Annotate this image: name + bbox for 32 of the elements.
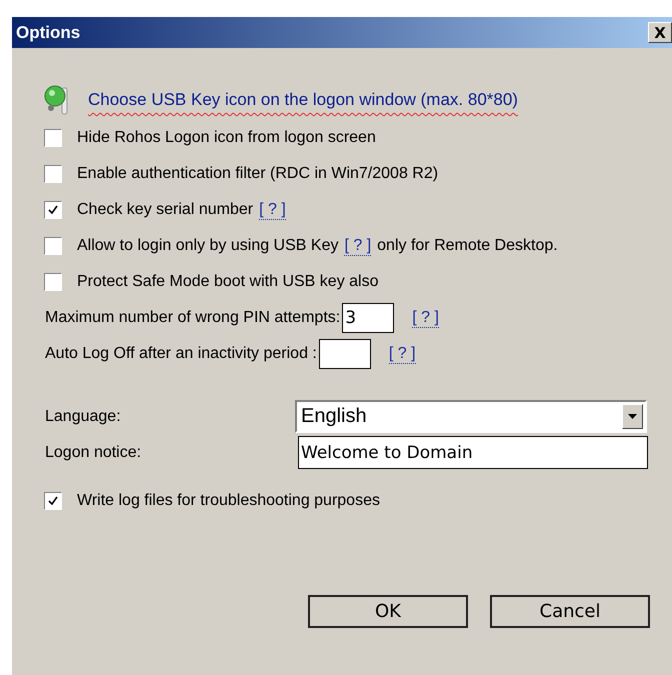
checkbox[interactable] <box>44 237 62 255</box>
checkbox[interactable] <box>44 492 62 510</box>
option-label: Check key serial number <box>77 201 254 219</box>
help-link[interactable]: [ ? ] <box>388 344 416 364</box>
field-label: Maximum number of wrong PIN attempts: <box>45 309 340 327</box>
choose-icon-link[interactable]: Choose USB Key icon on the logon window (max. 80*80) <box>88 90 518 110</box>
checkbox[interactable] <box>44 201 62 219</box>
option-label: Write log files for troubleshooting purposes <box>77 492 380 510</box>
help-link[interactable]: [ ? ] <box>344 236 372 256</box>
language-dropdown[interactable]: English <box>295 400 647 433</box>
checkbox[interactable] <box>44 273 62 291</box>
logon-notice-field[interactable]: Welcome to Domain <box>298 436 648 469</box>
option-label: Protect Safe Mode boot with USB key also <box>77 273 378 291</box>
field-label: Language: <box>45 408 122 426</box>
cancel-button[interactable]: Cancel <box>490 595 650 628</box>
option-label: only for Remote Desktop. <box>377 237 558 255</box>
option-label: Hide Rohos Logon icon from logon screen <box>77 129 376 147</box>
field-label: Auto Log Off after an inactivity period : <box>45 345 317 363</box>
help-link[interactable]: [ ? ] <box>259 200 286 220</box>
checkbox[interactable] <box>44 165 62 183</box>
inactivity-field[interactable] <box>318 339 371 369</box>
option-label: Allow to login only by using USB Key <box>77 237 338 255</box>
window-title: Options <box>16 22 80 42</box>
ok-button[interactable]: OK <box>308 595 468 628</box>
field-label: Logon notice: <box>45 444 142 462</box>
check-icon <box>47 204 59 216</box>
checkbox[interactable] <box>44 129 62 147</box>
pin-attempts-field[interactable]: 3 <box>342 303 394 333</box>
check-icon <box>47 495 59 507</box>
option-label: Enable authentication filter (RDC in Win7/2008 R2) <box>77 165 438 183</box>
close-button[interactable]: X <box>648 22 672 43</box>
help-link[interactable]: [ ? ] <box>412 308 439 328</box>
